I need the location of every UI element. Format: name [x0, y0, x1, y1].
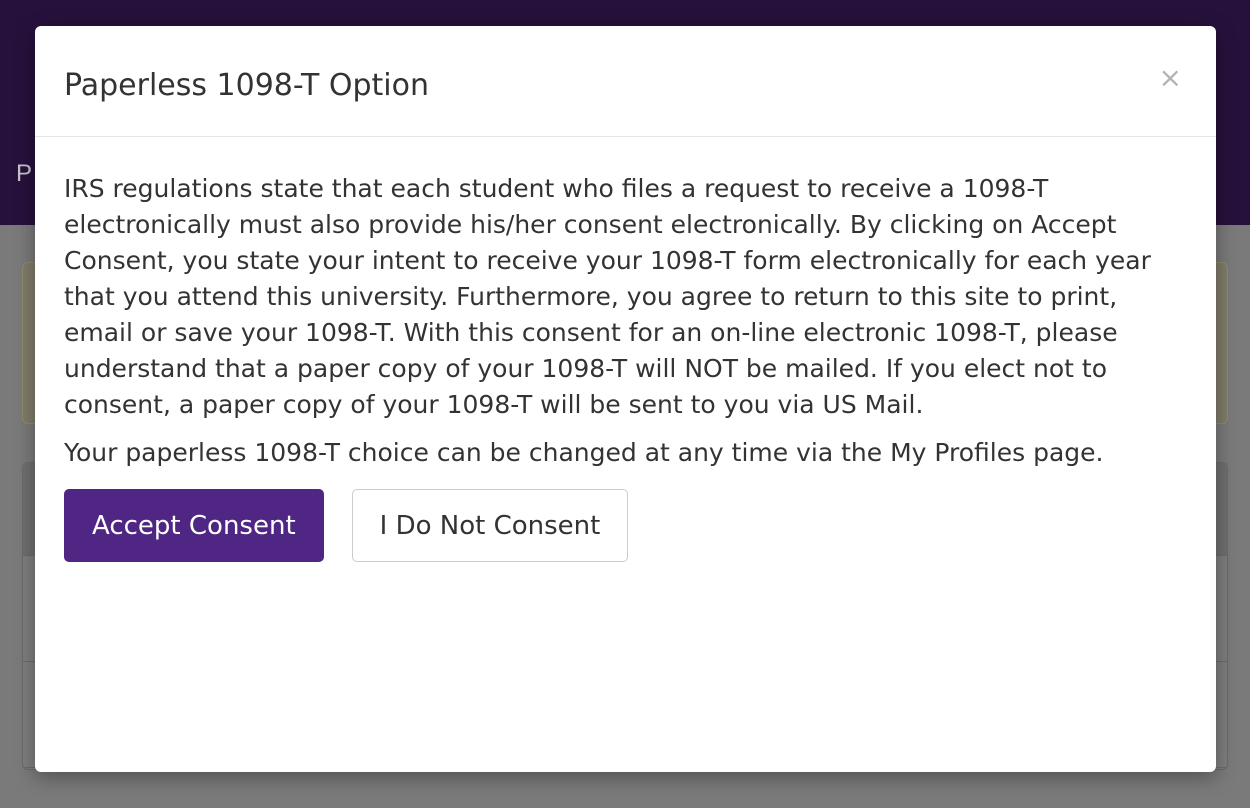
consent-change-note: Your paperless 1098-T choice can be chan…: [64, 438, 1104, 467]
modal-header: Paperless 1098-T Option ×: [35, 26, 1216, 137]
modal-body: IRS regulations state that each student …: [35, 137, 1216, 562]
page: P Paperless 1098-T Option × IRS regulati…: [0, 0, 1250, 808]
modal-actions: Accept Consent I Do Not Consent: [64, 489, 1187, 562]
modal-title: Paperless 1098-T Option: [64, 68, 429, 103]
consent-description: IRS regulations state that each student …: [64, 174, 1151, 419]
paperless-1098t-modal: Paperless 1098-T Option × IRS regulation…: [35, 26, 1216, 772]
decline-consent-button[interactable]: I Do Not Consent: [351, 489, 629, 562]
accept-consent-button[interactable]: Accept Consent: [64, 489, 324, 562]
close-icon[interactable]: ×: [1159, 58, 1182, 98]
background-header-text: P: [16, 160, 33, 187]
